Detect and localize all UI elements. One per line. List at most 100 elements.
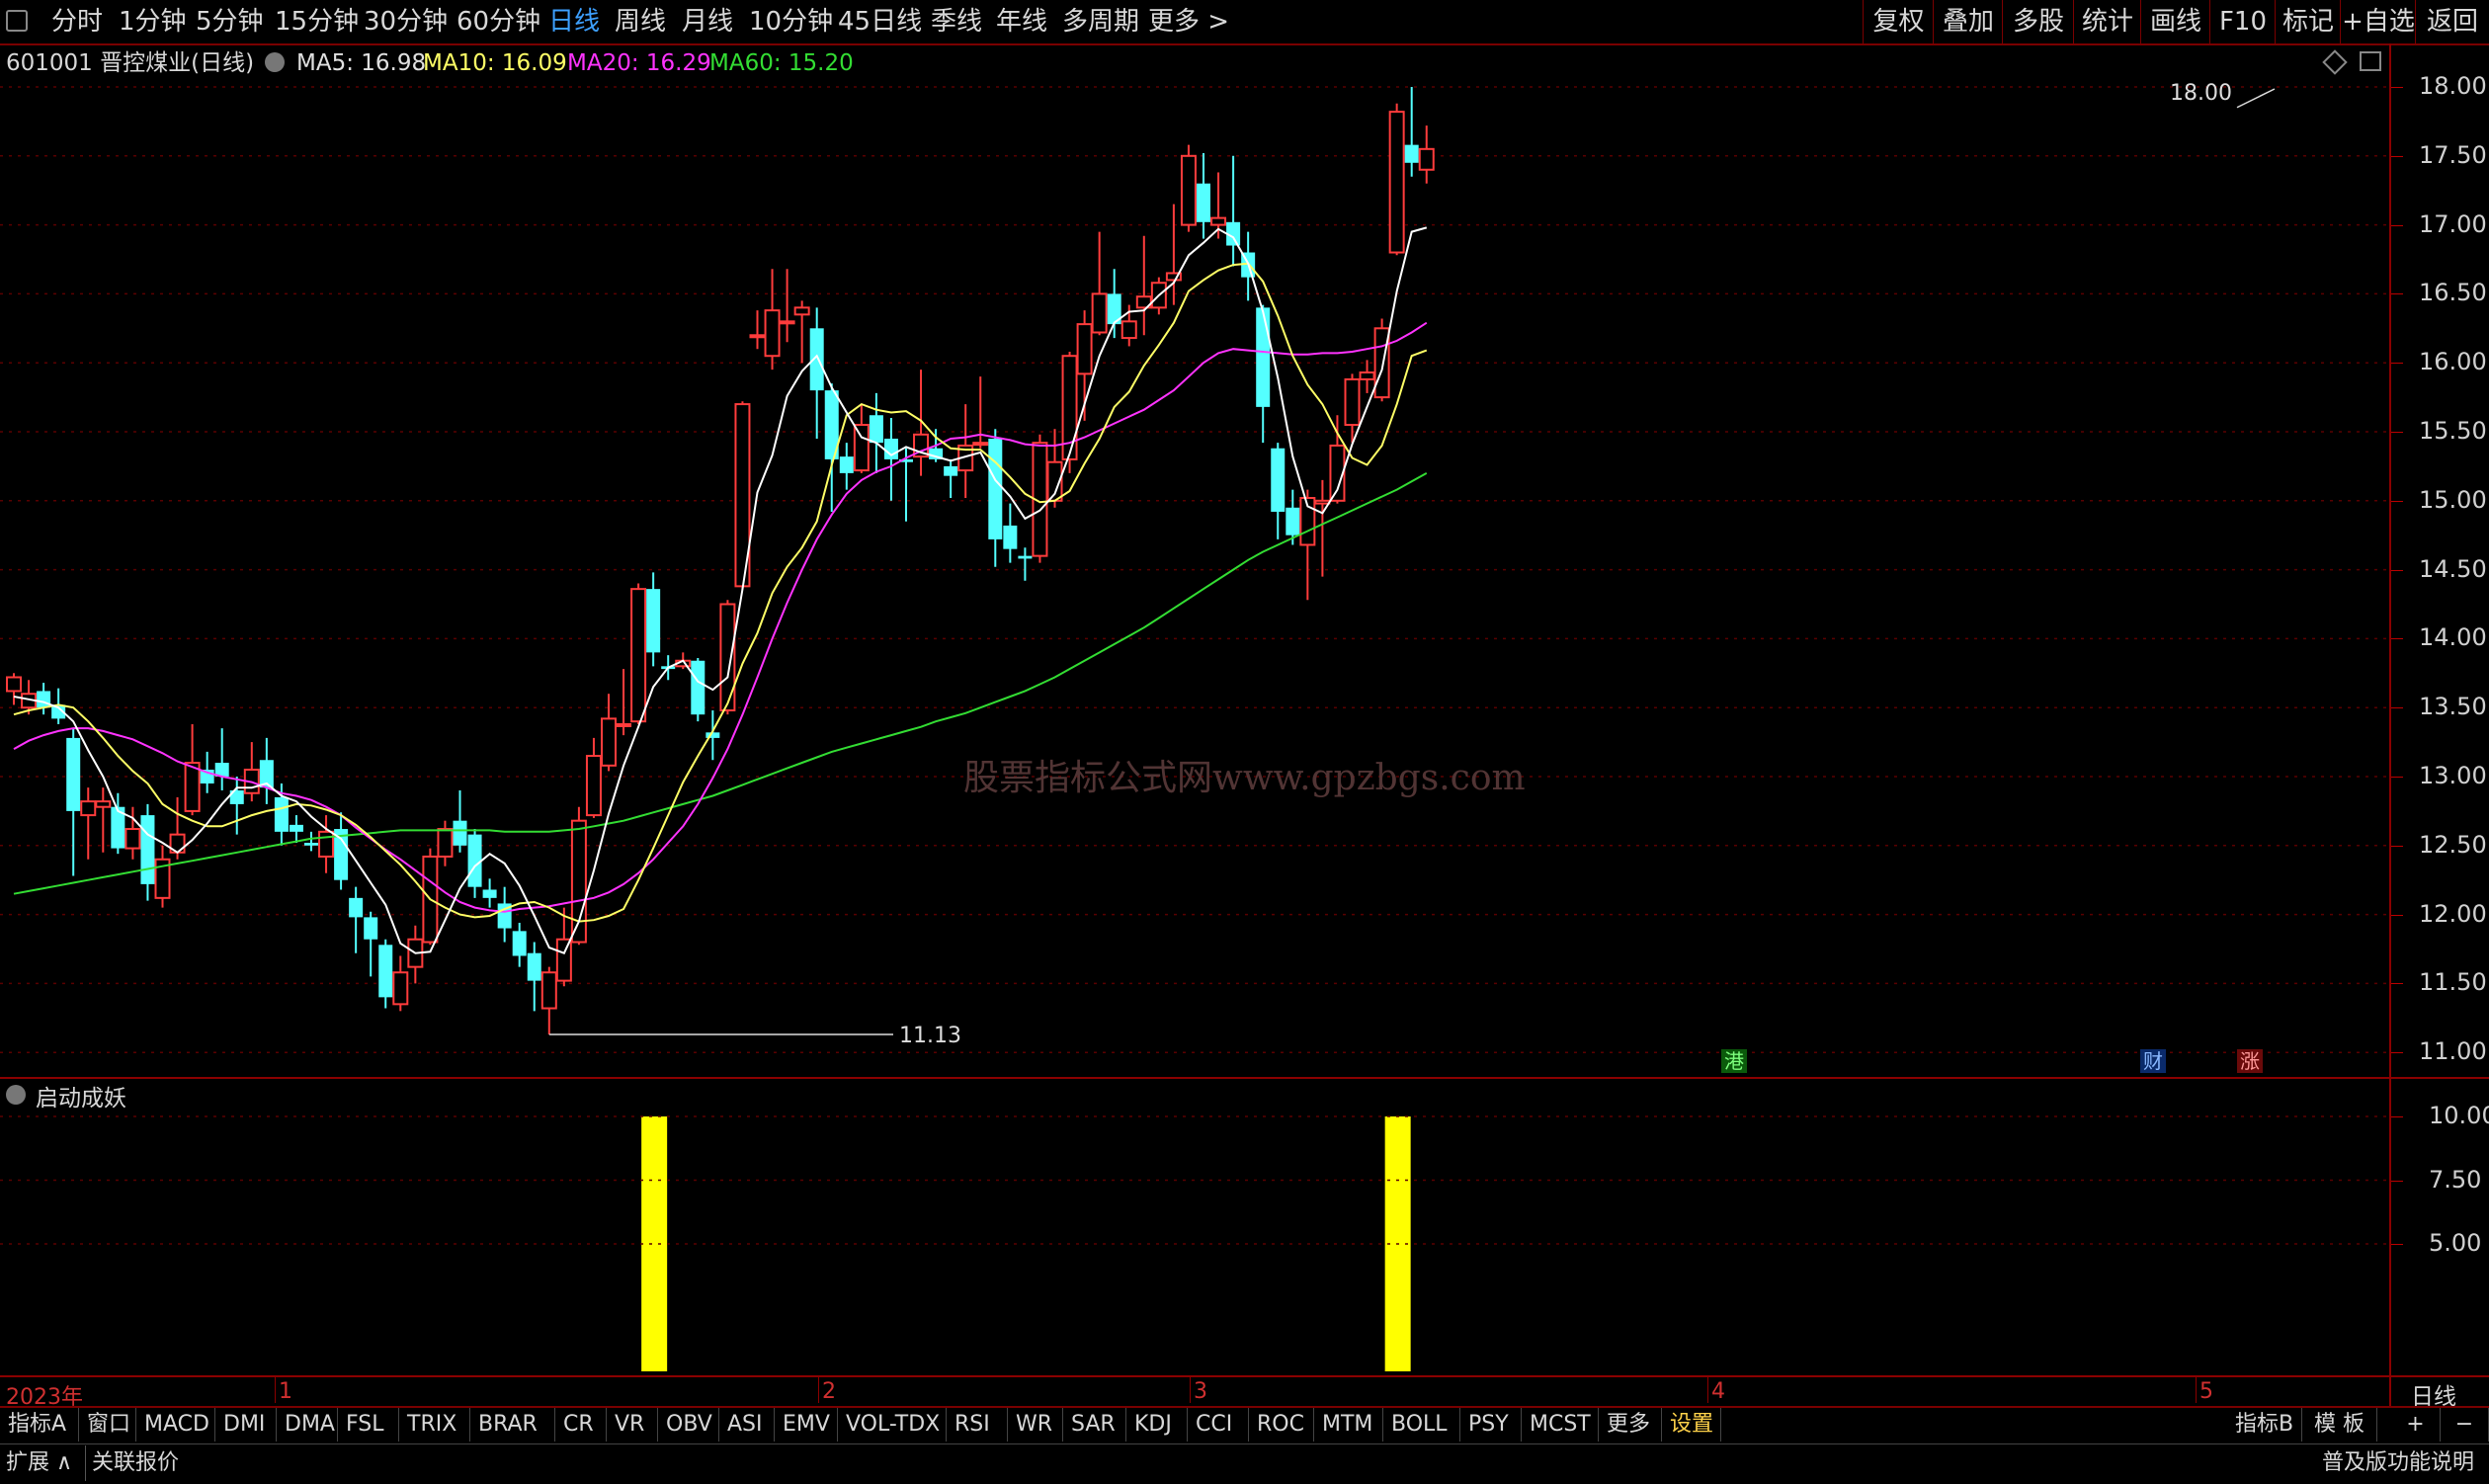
price-tick-mark [2391, 707, 2403, 709]
indicator-tab[interactable]: BOLL [1383, 1408, 1460, 1442]
indicator-right-button[interactable]: 模 板 [2302, 1408, 2377, 1442]
toolbar-button[interactable]: 标记 [2275, 0, 2341, 43]
indicator-tab[interactable]: VOL-TDX [838, 1408, 947, 1442]
indicator-tab[interactable]: ROC [1249, 1408, 1314, 1442]
period-tab[interactable]: 月线 [682, 0, 733, 43]
period-tab[interactable]: 60分钟 [456, 0, 540, 43]
indicator-tab[interactable]: SAR [1063, 1408, 1126, 1442]
indicator-tab[interactable]: OBV [658, 1408, 719, 1442]
period-tab[interactable]: 周线 [615, 0, 666, 43]
indicator-tab[interactable]: CR [555, 1408, 607, 1442]
version-info[interactable]: 普及版功能说明 [2322, 1445, 2474, 1481]
candle-body [809, 328, 824, 391]
indicator-right-button[interactable]: − [2441, 1408, 2489, 1442]
indicator-tab[interactable]: WR [1008, 1408, 1063, 1442]
indicator-tab[interactable]: ASI [719, 1408, 775, 1442]
indicator-tab[interactable]: CCI [1188, 1408, 1249, 1442]
ma5-line [13, 226, 1428, 954]
period-tab[interactable]: 季线 [931, 0, 982, 43]
candle-body [1197, 183, 1210, 222]
indicator-tab[interactable]: 指标A [0, 1408, 79, 1442]
period-tab[interactable]: 日线 [548, 0, 600, 43]
candle-body [793, 306, 810, 316]
high-arrow [2236, 88, 2276, 109]
candle-body [1120, 320, 1137, 340]
price-tick-mark [2391, 983, 2403, 985]
indicator-tab[interactable]: BRAR [470, 1408, 555, 1442]
candle-body [691, 660, 705, 715]
period-tab[interactable]: 5分钟 [196, 0, 264, 43]
menu-icon[interactable] [6, 10, 28, 32]
price-tick-mark [2391, 432, 2403, 433]
candle-body [274, 796, 289, 832]
toolbar-button[interactable]: 多股 [2002, 0, 2074, 43]
indicator-tab[interactable]: VR [607, 1408, 658, 1442]
date-label: 1 [279, 1379, 292, 1404]
date-axis-divider [0, 1375, 2489, 1377]
period-tab[interactable]: 10分钟 [749, 0, 833, 43]
date-label: 3 [1194, 1379, 1207, 1404]
candle-body [1286, 507, 1300, 536]
toolbar-button[interactable]: 返回 [2415, 0, 2489, 43]
indicator-tab[interactable]: 窗口 [79, 1408, 136, 1442]
indicator-tab[interactable]: KDJ [1126, 1408, 1188, 1442]
indicator-right-button[interactable]: + [2391, 1408, 2441, 1442]
toolbar-button[interactable]: 统计 [2073, 0, 2141, 43]
indicator-tab[interactable]: MTM [1314, 1408, 1383, 1442]
period-tab[interactable]: 多周期 [1062, 0, 1139, 43]
price-tick-label: 14.00 [2419, 623, 2487, 652]
candle-body [140, 815, 155, 884]
period-tab[interactable]: 30分钟 [364, 0, 448, 43]
period-tab[interactable]: 45日线 [838, 0, 922, 43]
candle-body [1076, 323, 1093, 375]
related-quotes-button[interactable]: 关联报价 [85, 1445, 179, 1481]
toolbar-button[interactable]: +自选 [2340, 0, 2416, 43]
indicator-tab[interactable]: EMV [775, 1408, 838, 1442]
candle-body [1271, 448, 1286, 512]
price-chart[interactable] [0, 43, 2391, 1078]
price-tick-mark [2391, 638, 2403, 640]
candle-body [364, 917, 378, 940]
finance-tag[interactable]: 财 [2140, 1049, 2166, 1073]
watermark: 股票指标公式网www.gpzbgs.com [963, 758, 1526, 798]
period-tab[interactable]: 1分钟 [119, 0, 187, 43]
period-tab[interactable]: 分时 [51, 0, 103, 43]
hk-connect-tag[interactable]: 港 [1721, 1049, 1747, 1073]
price-tick-label: 17.00 [2419, 209, 2487, 238]
indicator-tab[interactable]: FSL [338, 1408, 399, 1442]
indicator-tab[interactable]: PSY [1460, 1408, 1522, 1442]
candle-body [944, 465, 958, 476]
limit-up-tag[interactable]: 涨 [2237, 1049, 2263, 1073]
indicator-tab[interactable]: RSI [947, 1408, 1008, 1442]
indicator-tab[interactable]: 更多 [1599, 1408, 1662, 1442]
toolbar-button[interactable]: 复权 [1863, 0, 1934, 43]
period-tab[interactable]: 年线 [996, 0, 1047, 43]
period-tab[interactable]: 15分钟 [275, 0, 359, 43]
candle-body [1404, 144, 1419, 163]
price-tick-label: 12.00 [2419, 899, 2487, 928]
indicator-tick-mark [2391, 1180, 2403, 1182]
expand-button[interactable]: 扩展 ∧ [6, 1445, 72, 1481]
toolbar-button[interactable]: 叠加 [1933, 0, 2003, 43]
price-tick-mark [2391, 845, 2403, 847]
candle-body [184, 762, 201, 812]
indicator-tab[interactable]: TRIX [399, 1408, 470, 1442]
candle-body [540, 971, 557, 1010]
indicator-tab[interactable]: 设置 [1662, 1408, 1721, 1442]
candle-body [1418, 147, 1435, 171]
indicator-right-button[interactable]: 指标B [2227, 1408, 2302, 1442]
indicator-tab[interactable]: MACD [136, 1408, 215, 1442]
candle-body [1373, 327, 1390, 399]
indicator-tick-label: 10.00 [2429, 1102, 2489, 1129]
indicator-chart[interactable] [0, 1079, 2391, 1375]
price-tick-mark [2391, 777, 2403, 778]
indicator-tab[interactable]: DMA [277, 1408, 338, 1442]
indicator-tab[interactable]: MCST [1522, 1408, 1599, 1442]
period-tab[interactable]: 更多 > [1148, 0, 1229, 43]
candle-body [630, 588, 647, 723]
toolbar-button[interactable]: F10 [2209, 0, 2276, 43]
price-tick-mark [2391, 224, 2403, 226]
indicator-tab[interactable]: DMI [215, 1408, 277, 1442]
candle-body [1003, 525, 1018, 549]
toolbar-button[interactable]: 画线 [2140, 0, 2210, 43]
